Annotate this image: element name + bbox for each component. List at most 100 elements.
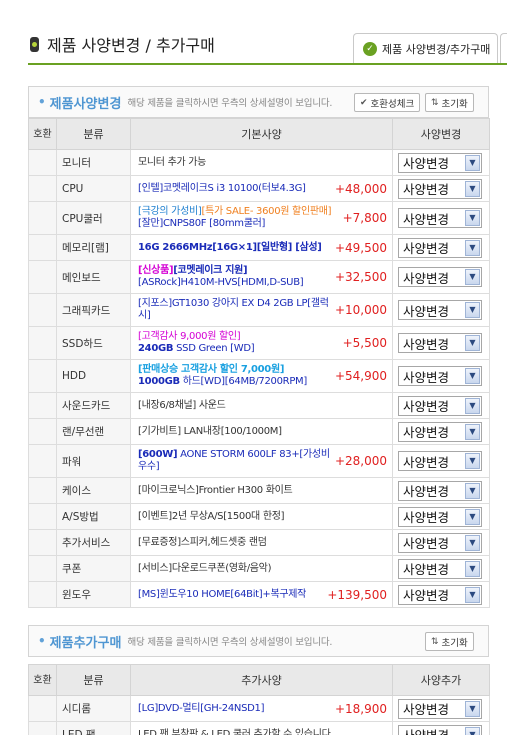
spec-text[interactable]: [MS]윈도우10 HOME[64Bit]+복구제작 — [138, 589, 323, 601]
spec-text[interactable]: [극강의 가성비][특가 SALE- 3600원 할인판매] [잘만]CNPS80… — [138, 206, 339, 230]
spec-change-select[interactable]: 사양변경 ▼ — [398, 366, 482, 386]
spec-text[interactable]: [이벤트]2년 무상A/S[1500대 한정] — [138, 511, 383, 523]
table-row[interactable]: 쿠폰 [서비스]다운로드쿠폰(영화/음악) 사양변경 ▼ — [28, 555, 490, 582]
table-row[interactable]: 메인보드 [신상품][코멧레이크 지원] [ASRock]H410M-HVS[HDM… — [28, 260, 490, 294]
table-row[interactable]: 모니터 모니터 추가 가능 사양변경 ▼ — [28, 149, 490, 176]
spec-change-select[interactable]: 사양변경 ▼ — [398, 421, 482, 442]
spec-text[interactable]: [서비스]다운로드쿠폰(영화/음악) — [138, 563, 383, 575]
table-row[interactable]: 시디롬 [LG]DVD-멀티[GH-24NSD1] +18,900 사양변경 ▼ — [28, 695, 490, 722]
chevron-down-icon[interactable]: ▼ — [465, 508, 480, 525]
chevron-down-icon[interactable]: ▼ — [465, 560, 480, 577]
spec-cell[interactable]: 16G 2666MHz[16G×1][일반형] [삼성] +49,500 — [130, 234, 393, 261]
compat-cell — [28, 721, 57, 735]
reset-button[interactable]: ⇅ 초기화 — [425, 632, 474, 651]
spec-change-select[interactable]: 사양변경 ▼ — [398, 178, 482, 199]
spec-cell[interactable]: 모니터 추가 가능 — [130, 149, 393, 176]
tab-spec-change[interactable]: ✓ 제품 사양변경/추가구매 — [353, 33, 498, 63]
spec-cell[interactable]: [극강의 가성비][특가 SALE- 3600원 할인판매] [잘만]CNPS80… — [130, 201, 393, 235]
tab-next[interactable] — [500, 33, 507, 63]
spec-text[interactable]: [지포스]GT1030 강아지 EX D4 2GB LP[갤럭시] — [138, 298, 331, 322]
spec-cell[interactable]: [MS]윈도우10 HOME[64Bit]+복구제작 +139,500 — [130, 581, 393, 608]
chevron-down-icon[interactable]: ▼ — [465, 586, 480, 603]
table-row[interactable]: 파워 [600W] AONE STORM 600LF 83+[가성비우수] +28,… — [28, 444, 490, 478]
table-row[interactable]: SSD하드 [고객감사 9,000원 할인] 240GB SSD Green [WD… — [28, 326, 490, 360]
compat-check-button[interactable]: ✔ 호환성체크 — [354, 93, 421, 112]
chevron-down-icon[interactable]: ▼ — [465, 302, 480, 318]
spec-text[interactable]: [LG]DVD-멀티[GH-24NSD1] — [138, 703, 331, 715]
spec-cell[interactable]: [LG]DVD-멀티[GH-24NSD1] +18,900 — [130, 695, 393, 722]
chevron-down-icon[interactable]: ▼ — [465, 726, 480, 735]
spec-text[interactable]: [600W] AONE STORM 600LF 83+[가성비우수] — [138, 449, 331, 473]
spec-cell[interactable]: [내장6/8채널] 사운드 — [130, 392, 393, 419]
spec-change-select[interactable]: 사양변경 ▼ — [398, 698, 482, 719]
spec-change-select[interactable]: 사양변경 ▼ — [398, 333, 482, 353]
chevron-down-icon[interactable]: ▼ — [465, 154, 480, 171]
table-row[interactable]: 추가서비스 [무료증정]스피커,헤드셋중 랜덤 사양변경 ▼ — [28, 529, 490, 556]
spec-cell[interactable]: [인텔]코멧레이크S i3 10100(터보4.3G] +48,000 — [130, 175, 393, 202]
chevron-down-icon[interactable]: ▼ — [465, 368, 480, 384]
table-row[interactable]: 랜/무선랜 [기가비트] LAN내장[100/1000M] 사양변경 ▼ — [28, 418, 490, 445]
spec-cell[interactable]: [600W] AONE STORM 600LF 83+[가성비우수] +28,00… — [130, 444, 393, 478]
spec-cell[interactable]: [고객감사 9,000원 할인] 240GB SSD Green [WD] +5,5… — [130, 326, 393, 360]
spec-cell[interactable]: [지포스]GT1030 강아지 EX D4 2GB LP[갤럭시] +10,000 — [130, 293, 393, 327]
table-row[interactable]: A/S방법 [이벤트]2년 무상A/S[1500대 한정] 사양변경 ▼ — [28, 503, 490, 530]
spec-text[interactable]: [내장6/8채널] 사운드 — [138, 400, 383, 412]
chevron-down-icon[interactable]: ▼ — [465, 482, 480, 499]
chevron-down-icon[interactable]: ▼ — [465, 239, 480, 256]
spec-text[interactable]: [판매상승 고객감사 할인 7,000원] 1000GB 하드[WD][64MB/… — [138, 364, 331, 388]
table-row[interactable]: LED 팬 LED 팬 부착판 & LED 쿨러 추가할 수 있습니다 사양변경 ▼ — [28, 721, 490, 735]
spec-change-select[interactable]: 사양변경 ▼ — [398, 152, 482, 173]
spec-change-select[interactable]: 사양변경 ▼ — [398, 208, 482, 228]
spec-change-select[interactable]: 사양변경 ▼ — [398, 237, 482, 258]
table-row[interactable]: HDD [판매상승 고객감사 할인 7,000원] 1000GB 하드[WD][64… — [28, 359, 490, 393]
spec-text[interactable]: 모니터 추가 가능 — [138, 157, 383, 169]
chevron-down-icon[interactable]: ▼ — [465, 269, 480, 285]
spec-text[interactable]: 16G 2666MHz[16G×1][일반형] [삼성] — [138, 242, 331, 254]
spec-cell[interactable]: LED 팬 부착판 & LED 쿨러 추가할 수 있습니다 — [130, 721, 393, 735]
spec-change-select[interactable]: 사양변경 ▼ — [398, 532, 482, 553]
spec-change-select[interactable]: 사양변경 ▼ — [398, 267, 482, 287]
spec-cell[interactable]: [이벤트]2년 무상A/S[1500대 한정] — [130, 503, 393, 530]
spec-change-select[interactable]: 사양변경 ▼ — [398, 395, 482, 416]
table-row[interactable]: CPU쿨러 [극강의 가성비][특가 SALE- 3600원 할인판매] [잘만]C… — [28, 201, 490, 235]
spec-change-select[interactable]: 사양변경 ▼ — [398, 584, 482, 605]
spec-text[interactable]: [무료증정]스피커,헤드셋중 랜덤 — [138, 537, 383, 549]
spec-text[interactable]: [고객감사 9,000원 할인] 240GB SSD Green [WD] — [138, 331, 339, 355]
spec-text[interactable]: LED 팬 부착판 & LED 쿨러 추가할 수 있습니다 — [138, 729, 383, 735]
chevron-down-icon[interactable]: ▼ — [465, 534, 480, 551]
spec-change-select[interactable]: 사양변경 ▼ — [398, 558, 482, 579]
spec-change-select[interactable]: 사양변경 ▼ — [398, 724, 482, 735]
chevron-down-icon[interactable]: ▼ — [465, 397, 480, 414]
table-row[interactable]: 케이스 [마이크로닉스]Frontier H300 화이트 사양변경 ▼ — [28, 477, 490, 504]
table-row[interactable]: 윈도우 [MS]윈도우10 HOME[64Bit]+복구제작 +139,500 사양변… — [28, 581, 490, 608]
spec-change-select[interactable]: 사양변경 ▼ — [398, 451, 482, 471]
spec-cell[interactable]: [서비스]다운로드쿠폰(영화/음악) — [130, 555, 393, 582]
compat-cell — [28, 260, 57, 294]
spec-text[interactable]: [마이크로닉스]Frontier H300 화이트 — [138, 485, 383, 497]
spec-change-select[interactable]: 사양변경 ▼ — [398, 300, 482, 320]
spec-change-select[interactable]: 사양변경 ▼ — [398, 506, 482, 527]
table-row[interactable]: 사운드카드 [내장6/8채널] 사운드 사양변경 ▼ — [28, 392, 490, 419]
chevron-down-icon[interactable]: ▼ — [465, 453, 480, 469]
spec-cell[interactable]: [신상품][코멧레이크 지원] [ASRock]H410M-HVS[HDMI,D-… — [130, 260, 393, 294]
spec-part: 16G 2666MHz[16G×1][일반형] [삼성] — [138, 241, 322, 253]
price-text: +49,500 — [334, 240, 387, 255]
spec-cell[interactable]: [기가비트] LAN내장[100/1000M] — [130, 418, 393, 445]
table-row[interactable]: CPU [인텔]코멧레이크S i3 10100(터보4.3G] +48,000 사양변… — [28, 175, 490, 202]
spec-text[interactable]: [신상품][코멧레이크 지원] [ASRock]H410M-HVS[HDMI,D-… — [138, 265, 331, 289]
chevron-down-icon[interactable]: ▼ — [465, 335, 480, 351]
bullet-icon: • — [38, 95, 46, 109]
reset-button[interactable]: ⇅ 초기화 — [425, 93, 474, 112]
spec-cell[interactable]: [판매상승 고객감사 할인 7,000원] 1000GB 하드[WD][64MB/… — [130, 359, 393, 393]
table-row[interactable]: 그래픽카드 [지포스]GT1030 강아지 EX D4 2GB LP[갤럭시] +1… — [28, 293, 490, 327]
chevron-down-icon[interactable]: ▼ — [465, 423, 480, 440]
chevron-down-icon[interactable]: ▼ — [465, 180, 480, 197]
spec-text[interactable]: [기가비트] LAN내장[100/1000M] — [138, 426, 383, 438]
chevron-down-icon[interactable]: ▼ — [465, 210, 480, 226]
spec-change-select[interactable]: 사양변경 ▼ — [398, 480, 482, 501]
spec-text[interactable]: [인텔]코멧레이크S i3 10100(터보4.3G] — [138, 183, 331, 195]
table-row[interactable]: 메모리[램] 16G 2666MHz[16G×1][일반형] [삼성] +49,50… — [28, 234, 490, 261]
spec-cell[interactable]: [마이크로닉스]Frontier H300 화이트 — [130, 477, 393, 504]
spec-cell[interactable]: [무료증정]스피커,헤드셋중 랜덤 — [130, 529, 393, 556]
chevron-down-icon[interactable]: ▼ — [465, 700, 480, 717]
